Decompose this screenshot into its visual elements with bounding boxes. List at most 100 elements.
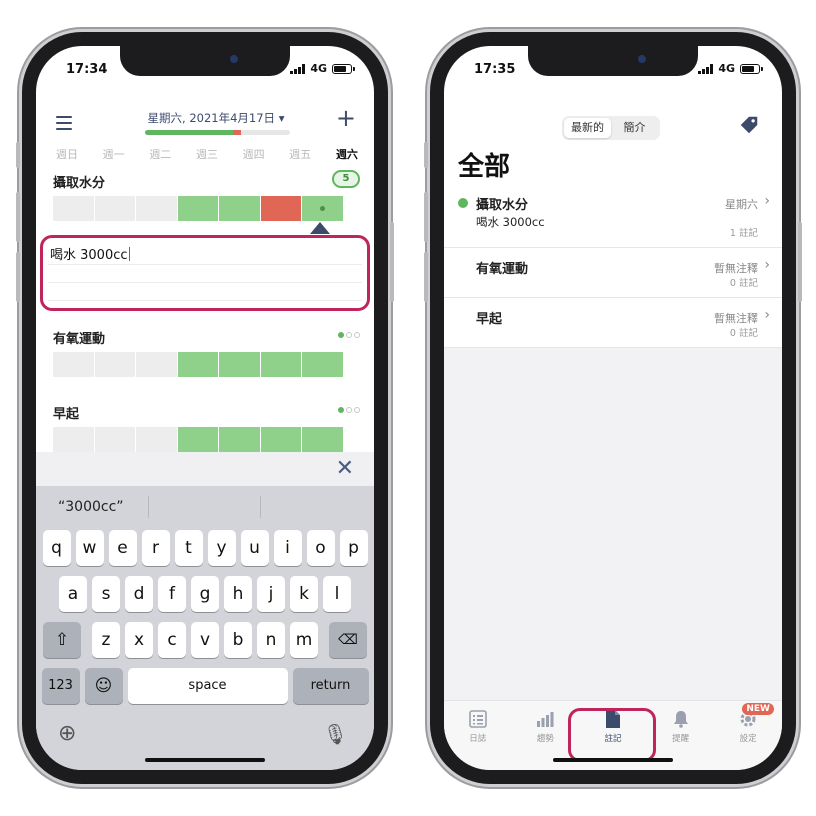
key-j[interactable]: j <box>257 576 285 612</box>
camera <box>230 55 238 63</box>
backspace-key[interactable]: ⌫ <box>329 622 367 658</box>
day-cell[interactable] <box>260 196 302 221</box>
new-badge: NEW <box>742 703 774 715</box>
weekday-thu[interactable]: 週四 <box>243 146 265 162</box>
key-f[interactable]: f <box>158 576 186 612</box>
day-cell[interactable] <box>136 196 177 221</box>
day-cell[interactable] <box>53 352 94 377</box>
key-r[interactable]: r <box>141 530 170 566</box>
key-b[interactable]: b <box>224 622 252 658</box>
key-row-1: q w e r t y u i o p <box>36 530 374 566</box>
day-cell[interactable] <box>260 427 302 452</box>
key-a[interactable]: a <box>59 576 87 612</box>
status-time: 17:34 <box>66 62 108 77</box>
key-q[interactable]: q <box>42 530 71 566</box>
tag-icon[interactable] <box>738 114 760 136</box>
weekday-wed[interactable]: 週三 <box>196 146 218 162</box>
status-dot-icon <box>458 198 468 208</box>
battery-icon <box>332 63 355 74</box>
globe-icon[interactable]: ⊕ <box>58 721 76 746</box>
signal-icon <box>698 63 714 74</box>
tab-settings[interactable]: 設定 NEW <box>714 701 782 770</box>
shift-key[interactable]: ⇧ <box>43 622 81 658</box>
day-cell[interactable] <box>94 427 136 452</box>
habit-title-water[interactable]: 攝取水分 <box>53 172 105 191</box>
key-c[interactable]: c <box>158 622 186 658</box>
day-cell[interactable] <box>219 352 260 377</box>
return-key[interactable]: return <box>292 668 369 704</box>
key-m[interactable]: m <box>290 622 318 658</box>
weekday-tue[interactable]: 週二 <box>149 146 171 162</box>
day-cell[interactable] <box>94 352 136 377</box>
day-cell[interactable] <box>302 352 344 377</box>
notch <box>120 46 290 76</box>
add-icon[interactable]: + <box>336 106 356 130</box>
day-cell[interactable] <box>260 352 302 377</box>
day-cell[interactable] <box>219 427 260 452</box>
notch <box>528 46 698 76</box>
space-key[interactable]: space <box>127 668 288 704</box>
left-screen: 17:34 4G 星期六, 2021年4月17日 ▾ + 週日 週一 週二 週三… <box>36 46 374 770</box>
list-item[interactable]: 攝取水分 喝水 3000cc 星期六 › 1 註記 <box>444 184 782 248</box>
key-g[interactable]: g <box>191 576 219 612</box>
day-cell-today[interactable] <box>302 196 344 221</box>
list-item[interactable]: 早起 暫無注釋 › 0 註記 <box>444 298 782 348</box>
item-title: 攝取水分 <box>476 198 529 213</box>
weekday-mon[interactable]: 週一 <box>103 146 125 162</box>
key-t[interactable]: t <box>174 530 203 566</box>
day-cell[interactable] <box>136 427 177 452</box>
key-n[interactable]: n <box>257 622 285 658</box>
weekday-sun[interactable]: 週日 <box>56 146 78 162</box>
day-cell[interactable] <box>219 196 260 221</box>
key-v[interactable]: v <box>191 622 219 658</box>
close-icon[interactable]: ✕ <box>336 456 354 481</box>
keyboard-toolbar: ✕ <box>36 452 374 486</box>
key-k[interactable]: k <box>290 576 318 612</box>
key-d[interactable]: d <box>125 576 153 612</box>
segment-latest[interactable]: 最新的 <box>564 118 611 138</box>
day-cell[interactable] <box>177 427 219 452</box>
emoji-key[interactable]: ☺ <box>84 668 123 704</box>
menu-icon[interactable] <box>56 116 72 134</box>
key-h[interactable]: h <box>224 576 252 612</box>
tab-journal[interactable]: 日誌 <box>444 701 512 770</box>
habit-title-early-rise[interactable]: 早起 <box>53 403 79 422</box>
key-o[interactable]: o <box>306 530 335 566</box>
key-z[interactable]: z <box>92 622 120 658</box>
key-p[interactable]: p <box>339 530 368 566</box>
day-cell[interactable] <box>53 196 94 221</box>
chevron-right-icon: › <box>764 193 770 209</box>
key-i[interactable]: i <box>273 530 302 566</box>
microphone-icon[interactable]: 🎙 <box>323 722 348 746</box>
day-cell[interactable] <box>302 427 344 452</box>
day-cell[interactable] <box>177 196 219 221</box>
date-selector[interactable]: 星期六, 2021年4月17日 ▾ <box>136 110 296 126</box>
day-cell[interactable] <box>177 352 219 377</box>
day-cell[interactable] <box>53 427 94 452</box>
highlight-box-note <box>40 235 370 311</box>
day-cell[interactable] <box>94 196 136 221</box>
habit-title-aerobic[interactable]: 有氧運動 <box>53 328 105 347</box>
status-time: 17:35 <box>474 62 516 77</box>
segment-intro[interactable]: 簡介 <box>611 118 658 138</box>
highlight-box-notes-tab <box>568 708 656 762</box>
power-button <box>390 222 394 302</box>
weekday-sat[interactable]: 週六 <box>336 146 358 162</box>
key-x[interactable]: x <box>125 622 153 658</box>
suggestion-item[interactable]: “3000cc” <box>58 499 124 515</box>
day-cell[interactable] <box>136 352 177 377</box>
tab-label: 提醒 <box>672 734 690 744</box>
key-y[interactable]: y <box>207 530 236 566</box>
mute-switch <box>424 142 428 168</box>
segment-control: 最新的 簡介 <box>562 116 660 140</box>
key-l[interactable]: l <box>323 576 351 612</box>
key-s[interactable]: s <box>92 576 120 612</box>
right-phone: 17:35 4G 最新的 簡介 全部 攝取水分 喝水 3000cc 星期六 › … <box>424 32 802 784</box>
key-e[interactable]: e <box>108 530 137 566</box>
list-item[interactable]: 有氧運動 暫無注釋 › 0 註記 <box>444 248 782 298</box>
key-w[interactable]: w <box>75 530 104 566</box>
progress-red <box>233 130 241 135</box>
numbers-key[interactable]: 123 <box>41 668 80 704</box>
key-u[interactable]: u <box>240 530 269 566</box>
weekday-fri[interactable]: 週五 <box>289 146 311 162</box>
